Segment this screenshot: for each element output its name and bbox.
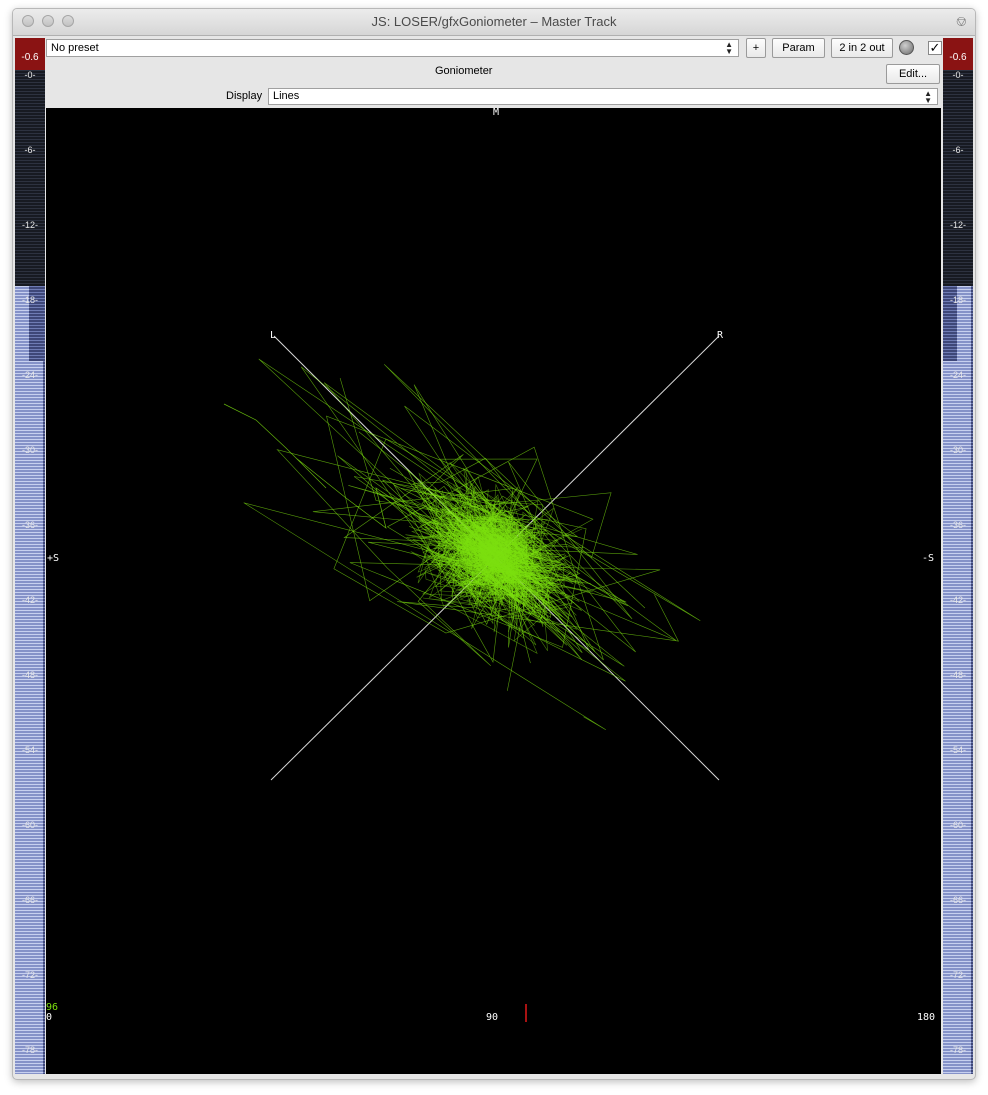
output-meter-right: -0.6 -0- -6- -12- -18- -24- -30- -36- -42- -48- -… (943, 38, 973, 1074)
right-meter-tick: -72- (949, 970, 966, 980)
param-button[interactable]: Param (772, 38, 825, 58)
edit-button[interactable]: Edit... (886, 64, 940, 84)
wet-knob-icon[interactable] (899, 40, 914, 55)
left-meter-tick: -48- (21, 670, 38, 680)
plus-side-label: +S (47, 553, 60, 564)
meter-bar-left-b (29, 361, 43, 1074)
left-meter-tick: -6- (24, 145, 36, 155)
input-meter-left: -0.6 -0- -6- -12- -18- -24- -30- -36- -42- -48- -… (15, 38, 45, 1074)
minus-side-label: -S (922, 553, 935, 564)
clip-indicator-right[interactable]: -0.6 (943, 38, 973, 70)
left-label: L (270, 330, 277, 341)
meter-bar-right-a (943, 361, 957, 1074)
goniometer-canvas (223, 335, 720, 1022)
meter-bar-right-b (957, 286, 971, 1074)
left-meter-tick: -30- (21, 445, 38, 455)
right-meter-tick: -78- (949, 1045, 966, 1055)
right-meter-tick: -30- (949, 445, 966, 455)
pin-icon[interactable]: ⎊ (956, 13, 967, 30)
preset-select[interactable]: No preset ▲ ▼ (46, 39, 739, 57)
clip-value-right: -0.6 (949, 52, 967, 63)
left-meter-tick: -78- (21, 1045, 38, 1055)
right-meter-tick: -48- (949, 670, 966, 680)
left-meter-tick: -24- (21, 370, 38, 380)
right-meter-tick: -0- (952, 70, 964, 80)
left-meter-tick: -54- (21, 745, 38, 755)
plugin-toolbar: No preset ▲ ▼ + Param 2 in 2 out ✓ Goniom… (46, 37, 942, 107)
goniometer-display[interactable]: M L R +S -S 96 0 90 180 (46, 108, 941, 1074)
updown-arrows-icon: ▲ ▼ (725, 40, 733, 56)
clip-indicator-left[interactable]: -0.6 (15, 38, 45, 70)
left-meter-tick: -60- (21, 820, 38, 830)
left-meter-tick: -36- (21, 520, 38, 530)
display-mode-value: Lines (273, 90, 300, 102)
left-meter-tick: -42- (21, 595, 38, 605)
right-meter-tick: -42- (949, 595, 966, 605)
right-meter-tick: -12- (949, 220, 966, 230)
scale-min-label: 0 (46, 1012, 53, 1023)
plugin-name: Goniometer (435, 65, 493, 77)
left-meter-tick: -72- (21, 970, 38, 980)
io-routing-button[interactable]: 2 in 2 out (831, 38, 893, 58)
scale-max-label: 180 (917, 1012, 936, 1023)
right-label: R (717, 330, 724, 341)
right-meter-tick: -60- (949, 820, 966, 830)
window-title: JS: LOSER/gfxGoniometer – Master Track (371, 14, 617, 29)
right-meter-tick: -24- (949, 370, 966, 380)
right-meter-tick: -6- (952, 145, 964, 155)
left-meter-tick: -0- (24, 70, 36, 80)
right-meter-tick: -36- (949, 520, 966, 530)
enable-checkbox[interactable]: ✓ (928, 41, 942, 55)
left-meter-tick: -66- (21, 895, 38, 905)
preset-value: No preset (51, 42, 99, 54)
mid-label: M (493, 107, 500, 118)
right-meter-tick: -18- (949, 295, 966, 305)
add-preset-button[interactable]: + (746, 38, 766, 58)
updown-arrows-icon: ▲ ▼ (924, 89, 932, 105)
display-mode-select[interactable]: Lines ▲ ▼ (268, 88, 938, 105)
signal-trace (223, 358, 701, 730)
meter-bar-left-a (15, 286, 29, 1074)
scale-mid-label: 90 (486, 1012, 499, 1023)
right-meter-tick: -66- (949, 895, 966, 905)
title-bar[interactable]: JS: LOSER/gfxGoniometer – Master Track ⎊ (13, 9, 975, 36)
clip-value-left: -0.6 (21, 52, 39, 63)
right-meter-tick: -54- (949, 745, 966, 755)
display-label: Display (226, 90, 263, 102)
left-meter-tick: -18- (21, 295, 38, 305)
left-meter-tick: -12- (21, 220, 38, 230)
